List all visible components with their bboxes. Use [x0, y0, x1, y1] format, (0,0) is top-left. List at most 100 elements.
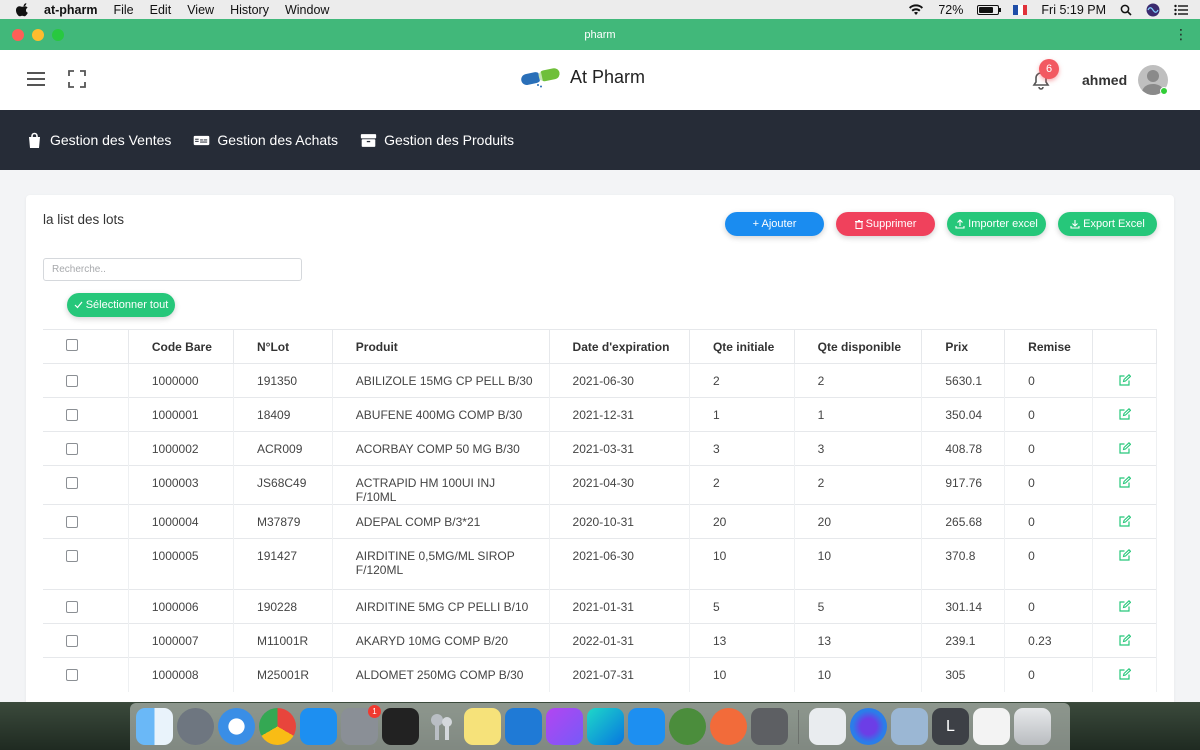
firefox-icon[interactable] [850, 708, 887, 745]
row-checkbox[interactable] [66, 516, 78, 528]
zoom-window-button[interactable] [52, 29, 64, 41]
row-checkbox[interactable] [66, 601, 78, 613]
nav-gestion-produits[interactable]: Gestion des Produits [360, 132, 514, 149]
edit-icon[interactable] [1118, 600, 1131, 612]
column-header[interactable]: Prix [921, 329, 1006, 364]
macos-menubar: at-pharm File Edit View History Window 7… [0, 0, 1200, 19]
window-titlebar[interactable]: pharm ⋮ [0, 19, 1200, 50]
trash-icon[interactable] [1014, 708, 1051, 745]
column-header[interactable]: Code Bare [128, 329, 235, 364]
keychain-icon[interactable] [423, 708, 460, 745]
edit-icon[interactable] [1118, 515, 1131, 527]
cell-qte-initiale: 3 [689, 431, 795, 466]
table-row[interactable]: 1000002 ACR009 ACORBAY COMP 50 MG B/30 2021… [43, 431, 1157, 466]
table-row[interactable]: 1000000 191350 ABILIZOLE 15MG CP PELL B/30… [43, 363, 1157, 398]
lots-card: la list des lots + Ajouter Supprimer Imp… [26, 195, 1174, 702]
username-label[interactable]: ahmed [1082, 72, 1127, 88]
finder-icon[interactable] [136, 708, 173, 745]
export-excel-button[interactable]: Export Excel [1058, 212, 1157, 236]
webstorm-icon[interactable] [587, 708, 624, 745]
menubar-clock[interactable]: Fri 5:19 PM [1041, 3, 1106, 17]
vscode-icon[interactable] [505, 708, 542, 745]
row-checkbox[interactable] [66, 443, 78, 455]
table-row[interactable]: 1000001 18409 ABUFENE 400MG COMP B/30 2021-… [43, 397, 1157, 432]
edit-icon[interactable] [1118, 634, 1131, 646]
stickies-icon[interactable] [464, 708, 501, 745]
xcode-icon[interactable] [628, 708, 665, 745]
row-checkbox[interactable] [66, 635, 78, 647]
column-header[interactable]: Qte disponible [794, 329, 923, 364]
cell-remise: 0 [1004, 657, 1094, 692]
screenshot-icon[interactable] [973, 708, 1010, 745]
l-app-icon[interactable]: L [932, 708, 969, 745]
table-row[interactable]: 1000004 M37879 ADEPAL COMP B/3*21 2020-10-3… [43, 504, 1157, 539]
chrome-icon[interactable] [259, 708, 296, 745]
nav-gestion-ventes[interactable]: Gestion des Ventes [26, 132, 171, 149]
column-header[interactable]: Remise [1004, 329, 1094, 364]
column-header[interactable]: Qte initiale [689, 329, 795, 364]
table-row[interactable]: 1000005 191427 AIRDITINE 0,5MG/ML SIROP F/… [43, 538, 1157, 590]
postman-icon[interactable] [710, 708, 747, 745]
notification-center-icon[interactable] [1174, 4, 1188, 16]
edit-icon[interactable] [1118, 668, 1131, 680]
tableplus-icon[interactable] [809, 708, 846, 745]
close-window-button[interactable] [12, 29, 24, 41]
phpstorm-icon[interactable] [546, 708, 583, 745]
app-store-icon[interactable] [300, 708, 337, 745]
apple-logo-icon[interactable] [16, 2, 30, 17]
preview-icon[interactable] [891, 708, 928, 745]
safari-icon[interactable] [218, 708, 255, 745]
notification-count-badge[interactable]: 6 [1039, 59, 1059, 79]
edit-icon[interactable] [1118, 476, 1131, 488]
launchpad-icon[interactable] [177, 708, 214, 745]
minimize-window-button[interactable] [32, 29, 44, 41]
table-row[interactable]: 1000007 M11001R AKARYD 10MG COMP B/20 2022-… [43, 623, 1157, 658]
android-studio-icon[interactable] [669, 708, 706, 745]
row-checkbox[interactable] [66, 409, 78, 421]
calculator-icon[interactable] [751, 708, 788, 745]
header-select-all[interactable] [43, 329, 129, 364]
wifi-icon[interactable] [908, 3, 924, 16]
edit-icon[interactable] [1118, 374, 1131, 386]
nav-gestion-achats[interactable]: Gestion des Achats [193, 132, 338, 149]
menu-edit[interactable]: Edit [150, 3, 172, 17]
select-all-checkbox[interactable] [66, 339, 78, 351]
cell-prix: 239.1 [921, 623, 1006, 658]
column-header[interactable]: Date d'expiration [549, 329, 690, 364]
select-all-button[interactable]: Sélectionner tout [67, 293, 175, 317]
edit-icon[interactable] [1118, 442, 1131, 454]
brand-logo[interactable]: At Pharm [520, 66, 645, 88]
add-button[interactable]: + Ajouter [725, 212, 824, 236]
siri-icon[interactable] [1146, 3, 1160, 17]
menu-history[interactable]: History [230, 3, 269, 17]
table-row[interactable]: 1000003 JS68C49 ACTRAPID HM 100UI INJ F/10… [43, 465, 1157, 505]
cell-produit: ACORBAY COMP 50 MG B/30 [332, 431, 550, 466]
row-checkbox[interactable] [66, 550, 78, 562]
table-row[interactable]: 1000008 M25001R ALDOMET 250MG COMP B/30 202… [43, 657, 1157, 692]
row-actions-cell [1092, 538, 1157, 590]
delete-button[interactable]: Supprimer [836, 212, 935, 236]
menu-app-name[interactable]: at-pharm [44, 3, 97, 17]
import-excel-button[interactable]: Importer excel [947, 212, 1046, 236]
edit-icon[interactable] [1118, 408, 1131, 420]
row-checkbox[interactable] [66, 375, 78, 387]
column-header[interactable]: Produit [332, 329, 550, 364]
menu-view[interactable]: View [187, 3, 214, 17]
terminal-icon[interactable] [382, 708, 419, 745]
column-header[interactable]: N°Lot [233, 329, 333, 364]
fullscreen-icon[interactable] [68, 70, 86, 88]
edit-icon[interactable] [1118, 549, 1131, 561]
row-checkbox[interactable] [66, 477, 78, 489]
spotlight-search-icon[interactable] [1120, 4, 1132, 16]
menu-file[interactable]: File [113, 3, 133, 17]
battery-icon[interactable] [977, 4, 1002, 15]
kebab-menu-icon[interactable]: ⋮ [1174, 27, 1188, 41]
row-checkbox[interactable] [66, 669, 78, 681]
system-preferences-icon[interactable]: 1 [341, 705, 381, 745]
search-input[interactable] [43, 258, 302, 281]
french-flag-icon[interactable] [1013, 4, 1028, 15]
menu-window[interactable]: Window [285, 3, 329, 17]
hamburger-menu-icon[interactable] [27, 72, 45, 86]
cell-remise: 0.23 [1004, 623, 1094, 658]
table-row[interactable]: 1000006 190228 AIRDITINE 5MG CP PELLI B/10… [43, 589, 1157, 624]
